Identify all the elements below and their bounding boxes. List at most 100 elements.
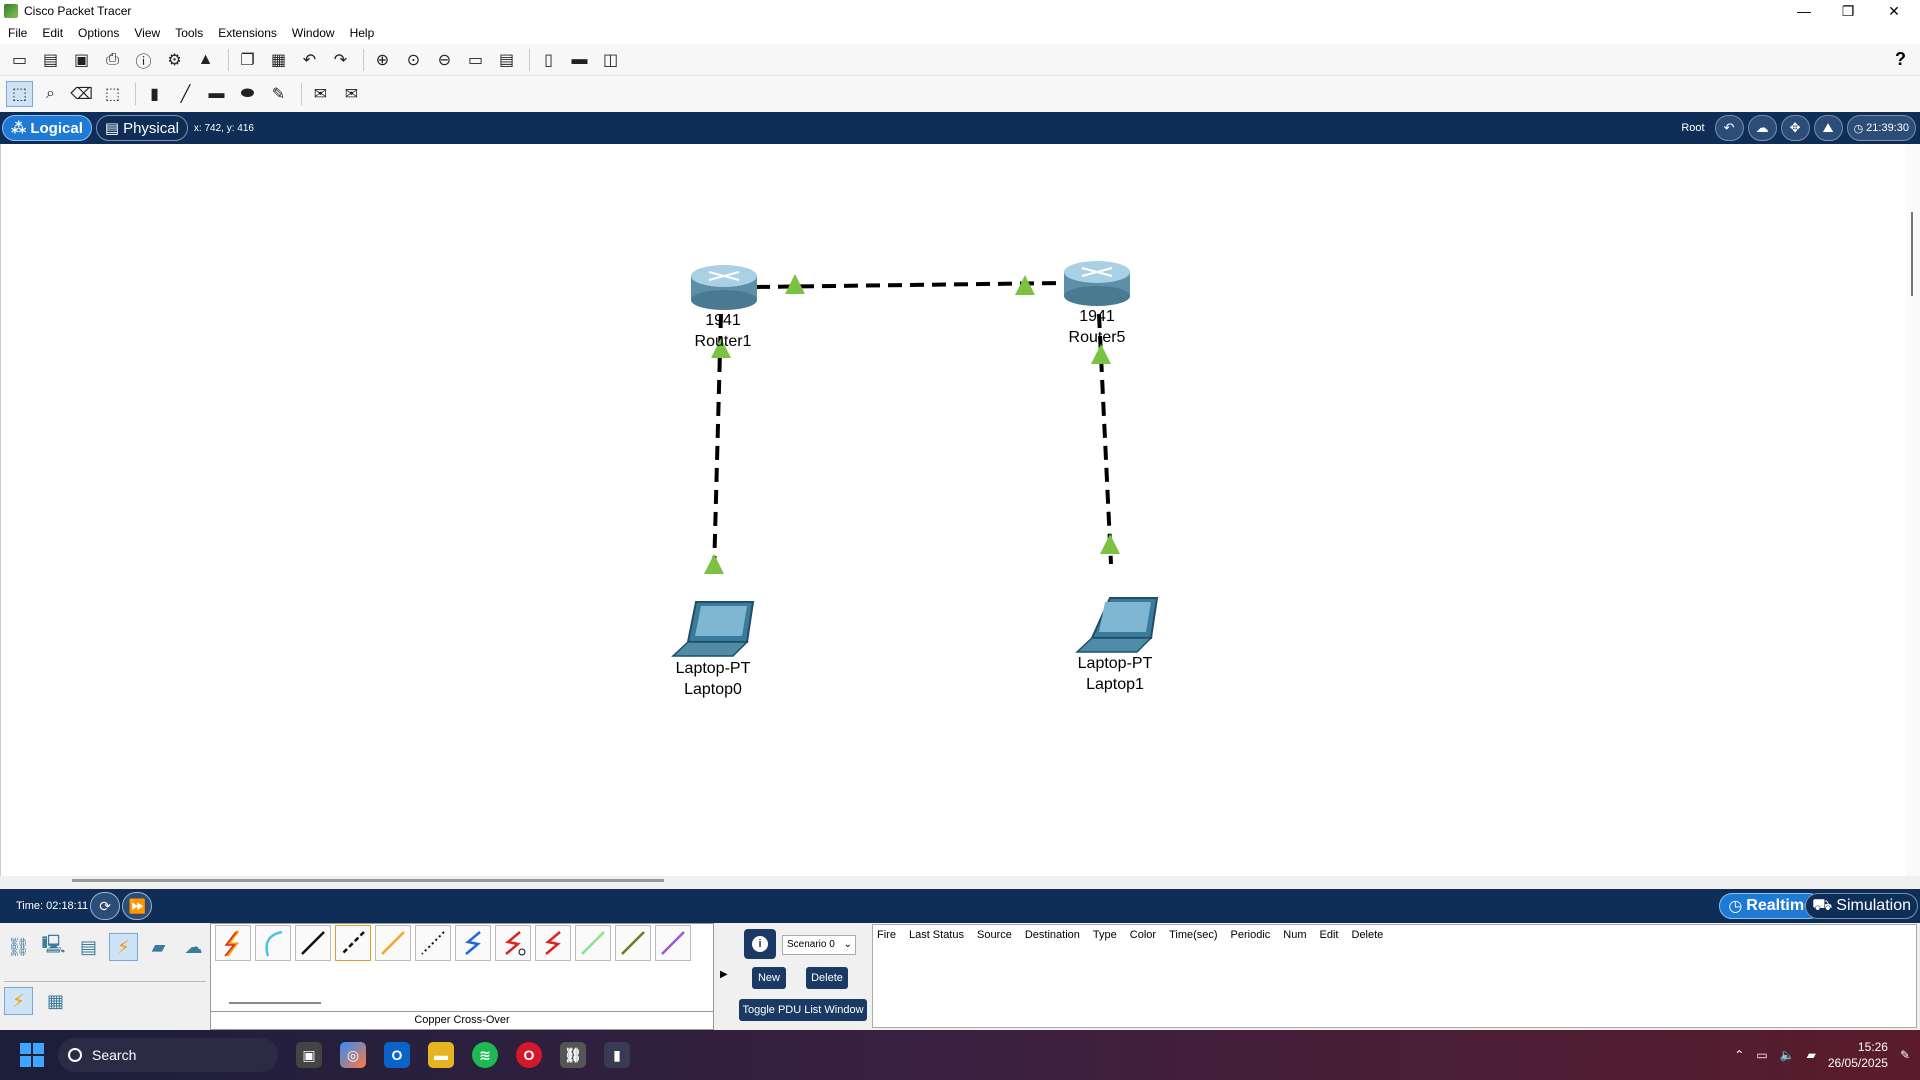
battery-icon[interactable]: ▰	[1807, 1048, 1816, 1062]
zoom-out-icon[interactable]: ⊖	[431, 47, 458, 73]
cluster-icon[interactable]: ▬	[566, 47, 593, 73]
volume-icon[interactable]: 🔈	[1780, 1048, 1795, 1062]
menu-help[interactable]: Help	[350, 26, 375, 40]
select-icon[interactable]: ⬚	[6, 81, 33, 107]
laptop1-name-label[interactable]: Laptop1	[1055, 676, 1175, 694]
laptop0-name-label[interactable]: Laptop0	[653, 681, 773, 699]
new-scenario-button[interactable]: New	[752, 967, 786, 989]
scenario-select[interactable]: Scenario 0 ⌄	[782, 935, 856, 955]
zoom-reset-icon[interactable]: ⊙	[400, 47, 427, 73]
outlook-icon[interactable]: O	[384, 1042, 410, 1068]
phone-cable-icon[interactable]	[415, 925, 451, 961]
maximize-button[interactable]: ❐	[1826, 0, 1870, 22]
chevron-up-icon[interactable]: ⌃	[1734, 1048, 1744, 1062]
line-icon[interactable]: ╱	[172, 81, 199, 107]
help-icon[interactable]: ?	[1895, 49, 1906, 70]
print-icon[interactable]: ⎙	[99, 47, 126, 73]
octal-cable-icon[interactable]	[575, 925, 611, 961]
coaxial-cable-icon[interactable]	[455, 925, 491, 961]
network-info-icon[interactable]: ▲	[192, 47, 219, 73]
laptop1-icon[interactable]	[1075, 597, 1159, 653]
viewport-clock[interactable]: ◷ 21:39:30	[1846, 115, 1916, 141]
serial-dce-cable-icon[interactable]	[495, 925, 531, 961]
menu-edit[interactable]: Edit	[42, 26, 63, 40]
viewport-icon[interactable]: ▯	[535, 47, 562, 73]
menu-window[interactable]: Window	[292, 26, 335, 40]
delete-icon[interactable]: ⌫	[68, 81, 95, 107]
cable-scrollbar[interactable]	[229, 1002, 321, 1004]
menu-file[interactable]: File	[8, 26, 27, 40]
simulation-mode-button[interactable]: ⛟ Simulation	[1805, 893, 1918, 919]
info-icon[interactable]: ⓘ	[130, 47, 157, 73]
display-icon[interactable]: ▭	[1756, 1048, 1767, 1062]
fast-forward-icon[interactable]: ⏩	[122, 892, 153, 920]
taskbar-clock[interactable]: 15:26 26/05/2025	[1828, 1039, 1888, 1071]
vertical-scrollbar[interactable]	[1906, 144, 1920, 876]
zoom-in-icon[interactable]: ⊕	[369, 47, 396, 73]
custom-device-icon[interactable]: ▤	[493, 47, 520, 73]
taskbar-search[interactable]: Search	[58, 1038, 278, 1072]
end-devices-icon[interactable]: 🖳	[39, 933, 68, 961]
paste-icon[interactable]: ▦	[265, 47, 292, 73]
tab-physical[interactable]: ▤ Physical	[95, 115, 188, 141]
save-icon[interactable]: ▣	[68, 47, 95, 73]
connections-sub-icon[interactable]: ⚡	[4, 987, 33, 1015]
grid-icon[interactable]: ▦	[41, 987, 70, 1015]
wizard-icon[interactable]: ⚙	[161, 47, 188, 73]
inspect-icon[interactable]: ⌕	[37, 81, 64, 107]
misc-icon[interactable]: ▰	[144, 933, 173, 961]
move-object-icon[interactable]: ✥	[1780, 115, 1810, 141]
complex-pdu-icon[interactable]: ✉	[338, 81, 365, 107]
multiuser-icon[interactable]: ☁	[179, 933, 208, 961]
console-cable-icon[interactable]	[255, 925, 291, 961]
close-button[interactable]: ✕	[1872, 0, 1916, 22]
pdu-window-icon[interactable]: ◫	[597, 47, 624, 73]
router1-name-label[interactable]: Router1	[663, 333, 783, 351]
simple-pdu-icon[interactable]: ✉	[307, 81, 334, 107]
redo-icon[interactable]: ↷	[327, 47, 354, 73]
fiber-cable-icon[interactable]	[375, 925, 411, 961]
router5-icon[interactable]	[1064, 261, 1130, 306]
spotify-icon[interactable]: ≋	[472, 1042, 498, 1068]
note-icon[interactable]: ▮	[141, 81, 168, 107]
freeform-icon[interactable]: ✎	[265, 81, 292, 107]
delete-scenario-button[interactable]: Delete	[806, 967, 848, 989]
power-cycle-icon[interactable]: ⟳	[90, 892, 121, 920]
copper-straight-cable-icon[interactable]	[295, 925, 331, 961]
minimize-button[interactable]: —	[1782, 0, 1826, 22]
new-cluster-icon[interactable]: ☁	[1747, 115, 1777, 141]
opera-icon[interactable]: O	[516, 1042, 542, 1068]
horizontal-scrollbar[interactable]	[72, 879, 664, 882]
router1-icon[interactable]	[691, 265, 757, 310]
back-icon[interactable]: ↶	[1714, 115, 1744, 141]
background-icon[interactable]: ⛰	[1813, 115, 1843, 141]
menu-tools[interactable]: Tools	[175, 26, 203, 40]
router5-name-label[interactable]: Router5	[1037, 329, 1157, 347]
scroll-thumb[interactable]	[1911, 212, 1913, 296]
menu-extensions[interactable]: Extensions	[218, 26, 277, 40]
packet-tracer-taskbar-icon[interactable]: ⛓	[560, 1042, 586, 1068]
resize-icon[interactable]: ⬚	[99, 81, 126, 107]
link-router1-router5[interactable]	[755, 281, 1062, 289]
file-explorer-icon[interactable]: ▬	[428, 1042, 454, 1068]
copper-cross-cable-icon[interactable]	[335, 925, 371, 961]
copy-icon[interactable]: ❐	[234, 47, 261, 73]
usb-cable-icon[interactable]	[655, 925, 691, 961]
laptop0-icon[interactable]	[671, 601, 755, 657]
expand-arrow-icon[interactable]: ▶	[720, 969, 728, 980]
mouse-app-icon[interactable]: ▮	[604, 1042, 630, 1068]
new-icon[interactable]: ▭	[6, 47, 33, 73]
logical-workspace[interactable]: 1941 Router1 1941 Router5 Laptop-PT Lapt…	[0, 144, 1906, 876]
network-devices-icon[interactable]: ⛓	[4, 933, 33, 961]
connections-icon[interactable]: ⚡	[109, 933, 138, 961]
pdu-list[interactable]: Fire Last Status Source Destination Type…	[872, 924, 1917, 1028]
menu-options[interactable]: Options	[78, 26, 119, 40]
rectangle-icon[interactable]: ▬	[203, 81, 230, 107]
iot-custom-cable-icon[interactable]	[615, 925, 651, 961]
open-icon[interactable]: ▤	[37, 47, 64, 73]
serial-dte-cable-icon[interactable]	[535, 925, 571, 961]
copilot-icon[interactable]: ◎	[340, 1042, 366, 1068]
notification-icon[interactable]: ✎	[1900, 1048, 1910, 1062]
task-view-icon[interactable]: ▣	[296, 1042, 322, 1068]
undo-icon[interactable]: ↶	[296, 47, 323, 73]
